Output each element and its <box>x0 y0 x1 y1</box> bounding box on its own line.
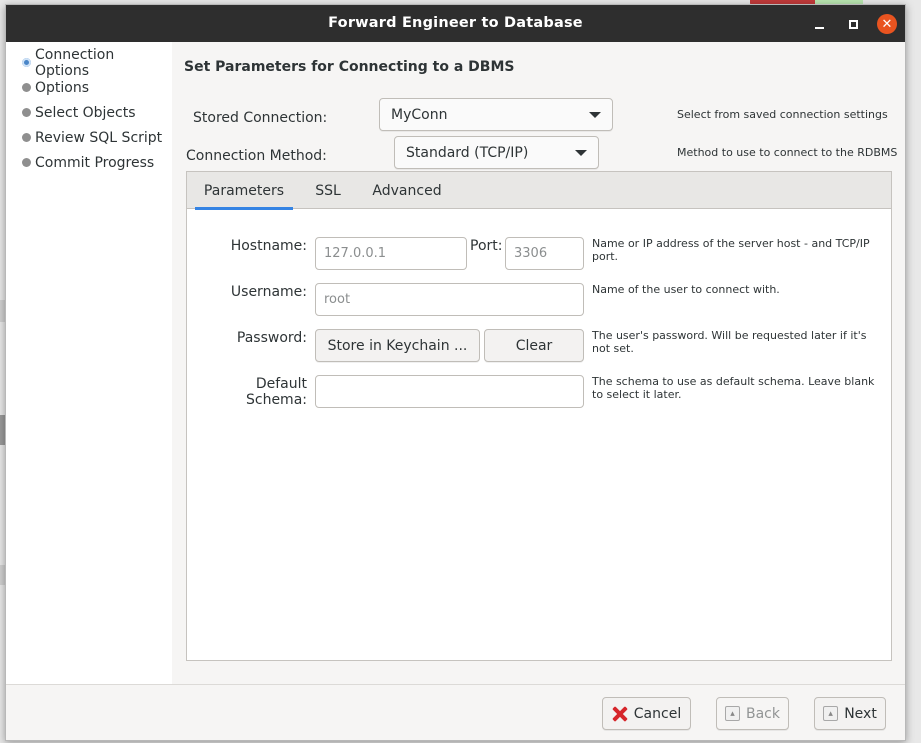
tab-label: Parameters <box>203 182 285 199</box>
sidebar-item-connection-options[interactable]: Connection Options <box>6 47 172 79</box>
tab-parameters[interactable]: Parameters <box>195 172 293 210</box>
port-label: Port: <box>470 238 503 254</box>
cancel-button[interactable]: Cancel <box>602 697 691 730</box>
default-schema-hint: The schema to use as default schema. Lea… <box>592 375 875 401</box>
hostname-hint: Name or IP address of the server host - … <box>592 237 870 263</box>
hostname-input[interactable] <box>315 237 467 270</box>
sidebar-item-label: Commit Progress <box>35 154 155 171</box>
password-label: Password: <box>236 330 307 346</box>
button-label: Clear <box>515 337 553 354</box>
main-content: Set Parameters for Connecting to a DBMS … <box>172 42 907 684</box>
button-bar: Cancel ▴ Back ▴ Next <box>6 684 905 740</box>
step-bullet-icon <box>22 108 31 117</box>
maximize-icon <box>848 19 858 29</box>
titlebar: Forward Engineer to Database ✕ <box>6 5 905 42</box>
cancel-icon <box>612 706 628 722</box>
connection-tabs-panel: Parameters SSL Advanced Hostname: Port: … <box>186 171 892 661</box>
sidebar-item-commit-progress[interactable]: Commit Progress <box>6 150 172 175</box>
step-bullet-icon <box>22 158 31 167</box>
default-schema-label: Default Schema: <box>245 376 307 408</box>
step-bullet-icon <box>22 83 31 92</box>
connection-method-label: Connection Method: <box>186 148 327 164</box>
tab-advanced[interactable]: Advanced <box>365 172 449 209</box>
chevron-down-icon <box>589 112 601 118</box>
wizard-steps-sidebar: Connection Options Options Select Object… <box>6 42 172 684</box>
back-icon: ▴ <box>725 706 740 721</box>
tab-label: SSL <box>315 182 341 199</box>
page-title: Set Parameters for Connecting to a DBMS <box>184 59 515 75</box>
connection-method-hint: Method to use to connect to the RDBMS <box>677 146 898 159</box>
port-input[interactable] <box>505 237 584 270</box>
password-hint: The user's password. Will be requested l… <box>592 329 867 355</box>
stored-connection-label: Stored Connection: <box>193 110 328 126</box>
forward-engineer-dialog: Forward Engineer to Database ✕ Connectio… <box>5 4 906 741</box>
connection-method-value: Standard (TCP/IP) <box>406 144 529 161</box>
tab-label: Advanced <box>372 182 442 199</box>
next-button[interactable]: ▴ Next <box>814 697 886 730</box>
minimize-icon <box>814 27 824 29</box>
sidebar-item-options[interactable]: Options <box>6 75 172 100</box>
step-bullet-icon <box>22 133 31 142</box>
sidebar-item-label: Select Objects <box>35 104 136 121</box>
button-label: Back <box>746 705 780 722</box>
sidebar-item-label: Review SQL Script <box>35 129 163 146</box>
username-hint: Name of the user to connect with. <box>592 283 780 296</box>
sidebar-item-label: Options <box>35 79 90 96</box>
clear-password-button[interactable]: Clear <box>484 329 584 362</box>
button-label: Store in Keychain ... <box>327 337 468 354</box>
next-icon: ▴ <box>823 706 839 721</box>
hostname-label: Hostname: <box>230 238 307 254</box>
back-button[interactable]: ▴ Back <box>716 697 789 730</box>
window-title: Forward Engineer to Database <box>328 15 583 31</box>
button-label: Next <box>844 705 877 722</box>
chevron-down-icon <box>575 150 587 156</box>
stored-connection-select[interactable]: MyConn <box>379 98 613 131</box>
minimize-button[interactable] <box>809 14 829 34</box>
stored-connection-hint: Select from saved connection settings <box>677 108 888 121</box>
close-icon: ✕ <box>881 16 893 32</box>
close-button[interactable]: ✕ <box>877 14 897 34</box>
button-label: Cancel <box>633 705 682 722</box>
tab-bar: Parameters SSL Advanced <box>187 172 891 210</box>
username-label: Username: <box>230 284 307 300</box>
username-input[interactable] <box>315 283 584 316</box>
default-schema-input[interactable] <box>315 375 584 408</box>
sidebar-item-select-objects[interactable]: Select Objects <box>6 100 172 125</box>
sidebar-item-label: Connection Options <box>35 46 115 79</box>
sidebar-item-review-sql-script[interactable]: Review SQL Script <box>6 125 172 150</box>
maximize-button[interactable] <box>843 14 863 34</box>
store-in-keychain-button[interactable]: Store in Keychain ... <box>315 329 480 362</box>
connection-method-select[interactable]: Standard (TCP/IP) <box>394 136 599 169</box>
tab-ssl[interactable]: SSL <box>305 172 351 209</box>
active-step-icon <box>22 58 31 67</box>
stored-connection-value: MyConn <box>391 106 448 123</box>
